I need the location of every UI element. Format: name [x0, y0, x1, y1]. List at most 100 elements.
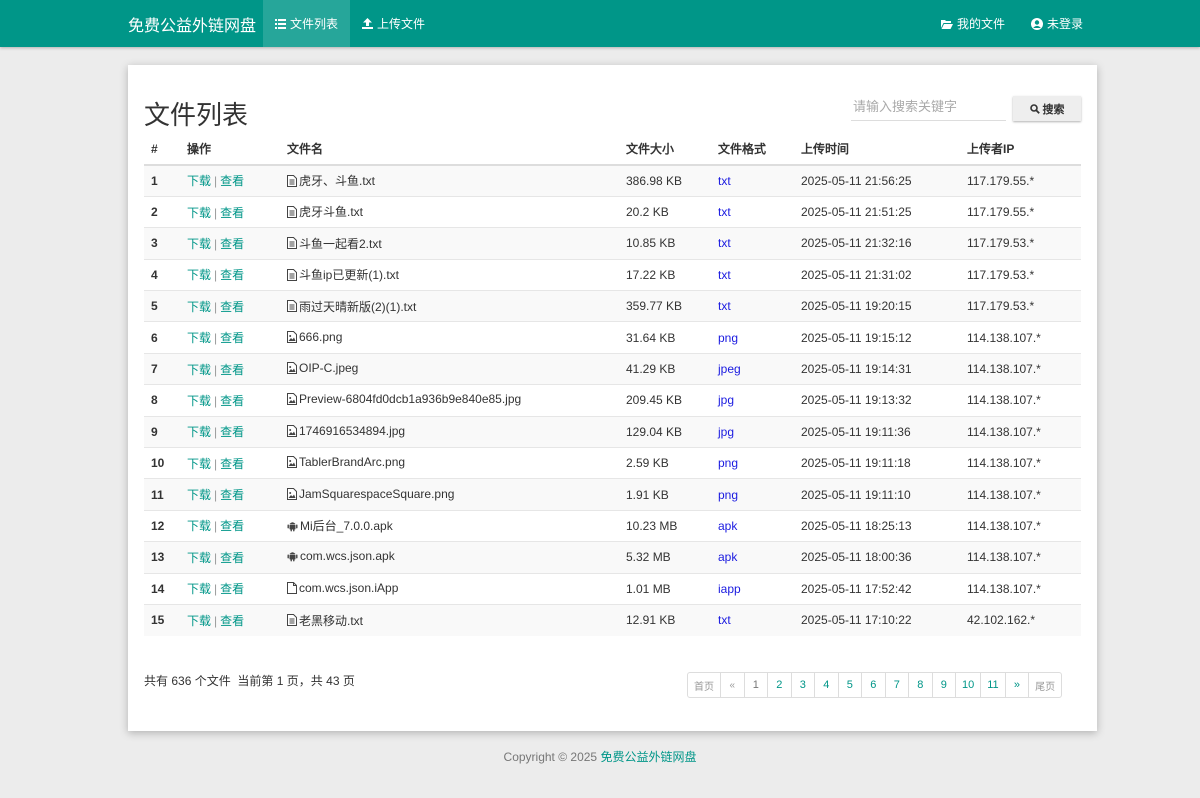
row-filename-cell: 雨过天晴新版(2)(1).txt	[280, 290, 619, 322]
file-text-icon	[287, 300, 297, 312]
table-row: 8 下载 | 查看 Preview-6804fd0dcb1a936b9e840e85…	[144, 384, 1081, 417]
page-link-3[interactable]: 3	[790, 673, 815, 697]
prev-page-link[interactable]: «	[720, 673, 744, 697]
view-link[interactable]: 查看	[220, 614, 244, 628]
uploader-ip: 114.138.107.*	[960, 352, 1081, 385]
download-link[interactable]: 下载	[187, 488, 211, 502]
page-link-4[interactable]: 4	[814, 673, 838, 697]
view-link[interactable]: 查看	[220, 174, 244, 188]
download-link[interactable]: 下载	[187, 331, 211, 345]
uploader-ip: 114.138.107.*	[960, 572, 1081, 605]
row-filename-cell: TablerBrandArc.png	[280, 447, 619, 479]
file-size: 17.22 KB	[619, 258, 711, 291]
view-link[interactable]: 查看	[220, 206, 244, 220]
view-link[interactable]: 查看	[220, 551, 244, 565]
action-separator: |	[214, 613, 218, 628]
action-separator: |	[214, 582, 218, 597]
file-table-body: 1 下载 | 查看 虎牙、斗鱼.txt 386.98 KB txt 2025-05-…	[144, 164, 1081, 636]
brand-title[interactable]: 免费公益外链网盘	[128, 0, 263, 47]
summary-mid2: 页，共	[286, 674, 323, 688]
view-link[interactable]: 查看	[220, 425, 244, 439]
search-button[interactable]: 搜索	[1013, 96, 1081, 121]
table-row: 13 下载 | 查看 com.wcs.json.apk 5.32 MB apk 20…	[144, 541, 1081, 574]
row-index: 10	[144, 447, 180, 479]
download-link[interactable]: 下载	[187, 614, 211, 628]
view-link[interactable]: 查看	[220, 237, 244, 251]
download-link[interactable]: 下载	[187, 457, 211, 471]
view-link[interactable]: 查看	[220, 582, 244, 596]
row-actions: 下载 | 查看	[180, 321, 280, 354]
page-link-6[interactable]: 6	[861, 673, 885, 697]
table-row: 6 下载 | 查看 666.png 31.64 KB png 2025-05-11 …	[144, 321, 1081, 354]
page-link-2[interactable]: 2	[767, 673, 791, 697]
row-actions: 下载 | 查看	[180, 509, 280, 542]
page-link-9[interactable]: 9	[931, 673, 956, 697]
view-link[interactable]: 查看	[220, 268, 244, 282]
download-link[interactable]: 下载	[187, 237, 211, 251]
view-link[interactable]: 查看	[220, 363, 244, 377]
view-link[interactable]: 查看	[220, 331, 244, 345]
nav-login-status[interactable]: 未登录	[1018, 0, 1096, 47]
file-format: png	[711, 478, 794, 511]
download-link[interactable]: 下载	[187, 300, 211, 314]
download-link[interactable]: 下载	[187, 519, 211, 533]
upload-icon	[362, 18, 374, 29]
upload-time: 2025-05-11 19:11:36	[794, 415, 960, 448]
download-link[interactable]: 下载	[187, 425, 211, 439]
footer-site-link[interactable]: 免费公益外链网盘	[600, 750, 696, 764]
row-index: 6	[144, 321, 180, 354]
summary-total-pages: 43	[326, 674, 340, 688]
file-format: jpg	[711, 415, 794, 448]
file-name: com.wcs.json.apk	[300, 549, 395, 564]
first-page-link[interactable]: 首页	[688, 673, 720, 697]
file-size: 386.98 KB	[619, 164, 711, 197]
nav-upload[interactable]: 上传文件	[350, 0, 437, 47]
nav-my-files[interactable]: 我的文件	[928, 0, 1018, 47]
file-name: 斗鱼ip已更新(1).txt	[299, 268, 400, 283]
col-header-upload-time: 上传时间	[794, 133, 960, 166]
download-link[interactable]: 下载	[187, 174, 211, 188]
view-link[interactable]: 查看	[220, 300, 244, 314]
view-link[interactable]: 查看	[220, 519, 244, 533]
view-link[interactable]: 查看	[220, 488, 244, 502]
upload-time: 2025-05-11 19:14:31	[794, 352, 960, 385]
col-header-index: #	[144, 133, 180, 166]
nav-file-list[interactable]: 文件列表	[263, 0, 351, 47]
page-link-7[interactable]: 7	[884, 673, 909, 697]
search-input[interactable]	[851, 93, 1006, 121]
file-name: 666.png	[299, 329, 343, 344]
page-link-5[interactable]: 5	[837, 673, 862, 697]
download-link[interactable]: 下载	[187, 394, 211, 408]
view-link[interactable]: 查看	[220, 457, 244, 471]
file-format: txt	[711, 603, 794, 636]
file-name: OIP-C.jpeg	[299, 361, 359, 376]
row-filename-cell: 1746916534894.jpg	[280, 415, 619, 448]
page-link-10[interactable]: 10	[955, 673, 980, 697]
row-filename-cell: JamSquarespaceSquare.png	[280, 478, 619, 511]
file-format: png	[711, 321, 794, 354]
download-link[interactable]: 下载	[187, 268, 211, 282]
download-link[interactable]: 下载	[187, 551, 211, 565]
download-link[interactable]: 下载	[187, 363, 211, 377]
row-filename-cell: Mi后台_7.0.0.apk	[280, 509, 619, 542]
page-link-1[interactable]: 1	[743, 673, 768, 697]
download-link[interactable]: 下载	[187, 206, 211, 220]
file-size: 31.64 KB	[619, 321, 711, 354]
next-page-link[interactable]: »	[1004, 673, 1029, 697]
page-link-8[interactable]: 8	[908, 673, 932, 697]
uploader-ip: 114.138.107.*	[960, 478, 1081, 511]
uploader-ip: 114.138.107.*	[960, 415, 1081, 448]
pagination-summary: 共有 636 个文件 当前第 1 页，共 43 页	[144, 672, 355, 689]
row-index: 15	[144, 603, 180, 636]
last-page-link[interactable]: 尾页	[1028, 673, 1061, 697]
page-link-11[interactable]: 11	[980, 673, 1004, 697]
view-link[interactable]: 查看	[220, 394, 244, 408]
action-separator: |	[214, 519, 218, 534]
table-row: 4 下载 | 查看 斗鱼ip已更新(1).txt 17.22 KB txt 2025…	[144, 258, 1081, 291]
col-header-actions: 操作	[180, 133, 280, 166]
file-format: iapp	[711, 572, 794, 605]
nav-right: 我的文件 未登录	[928, 0, 1096, 47]
uploader-ip: 117.179.53.*	[960, 290, 1081, 322]
download-link[interactable]: 下载	[187, 582, 211, 596]
